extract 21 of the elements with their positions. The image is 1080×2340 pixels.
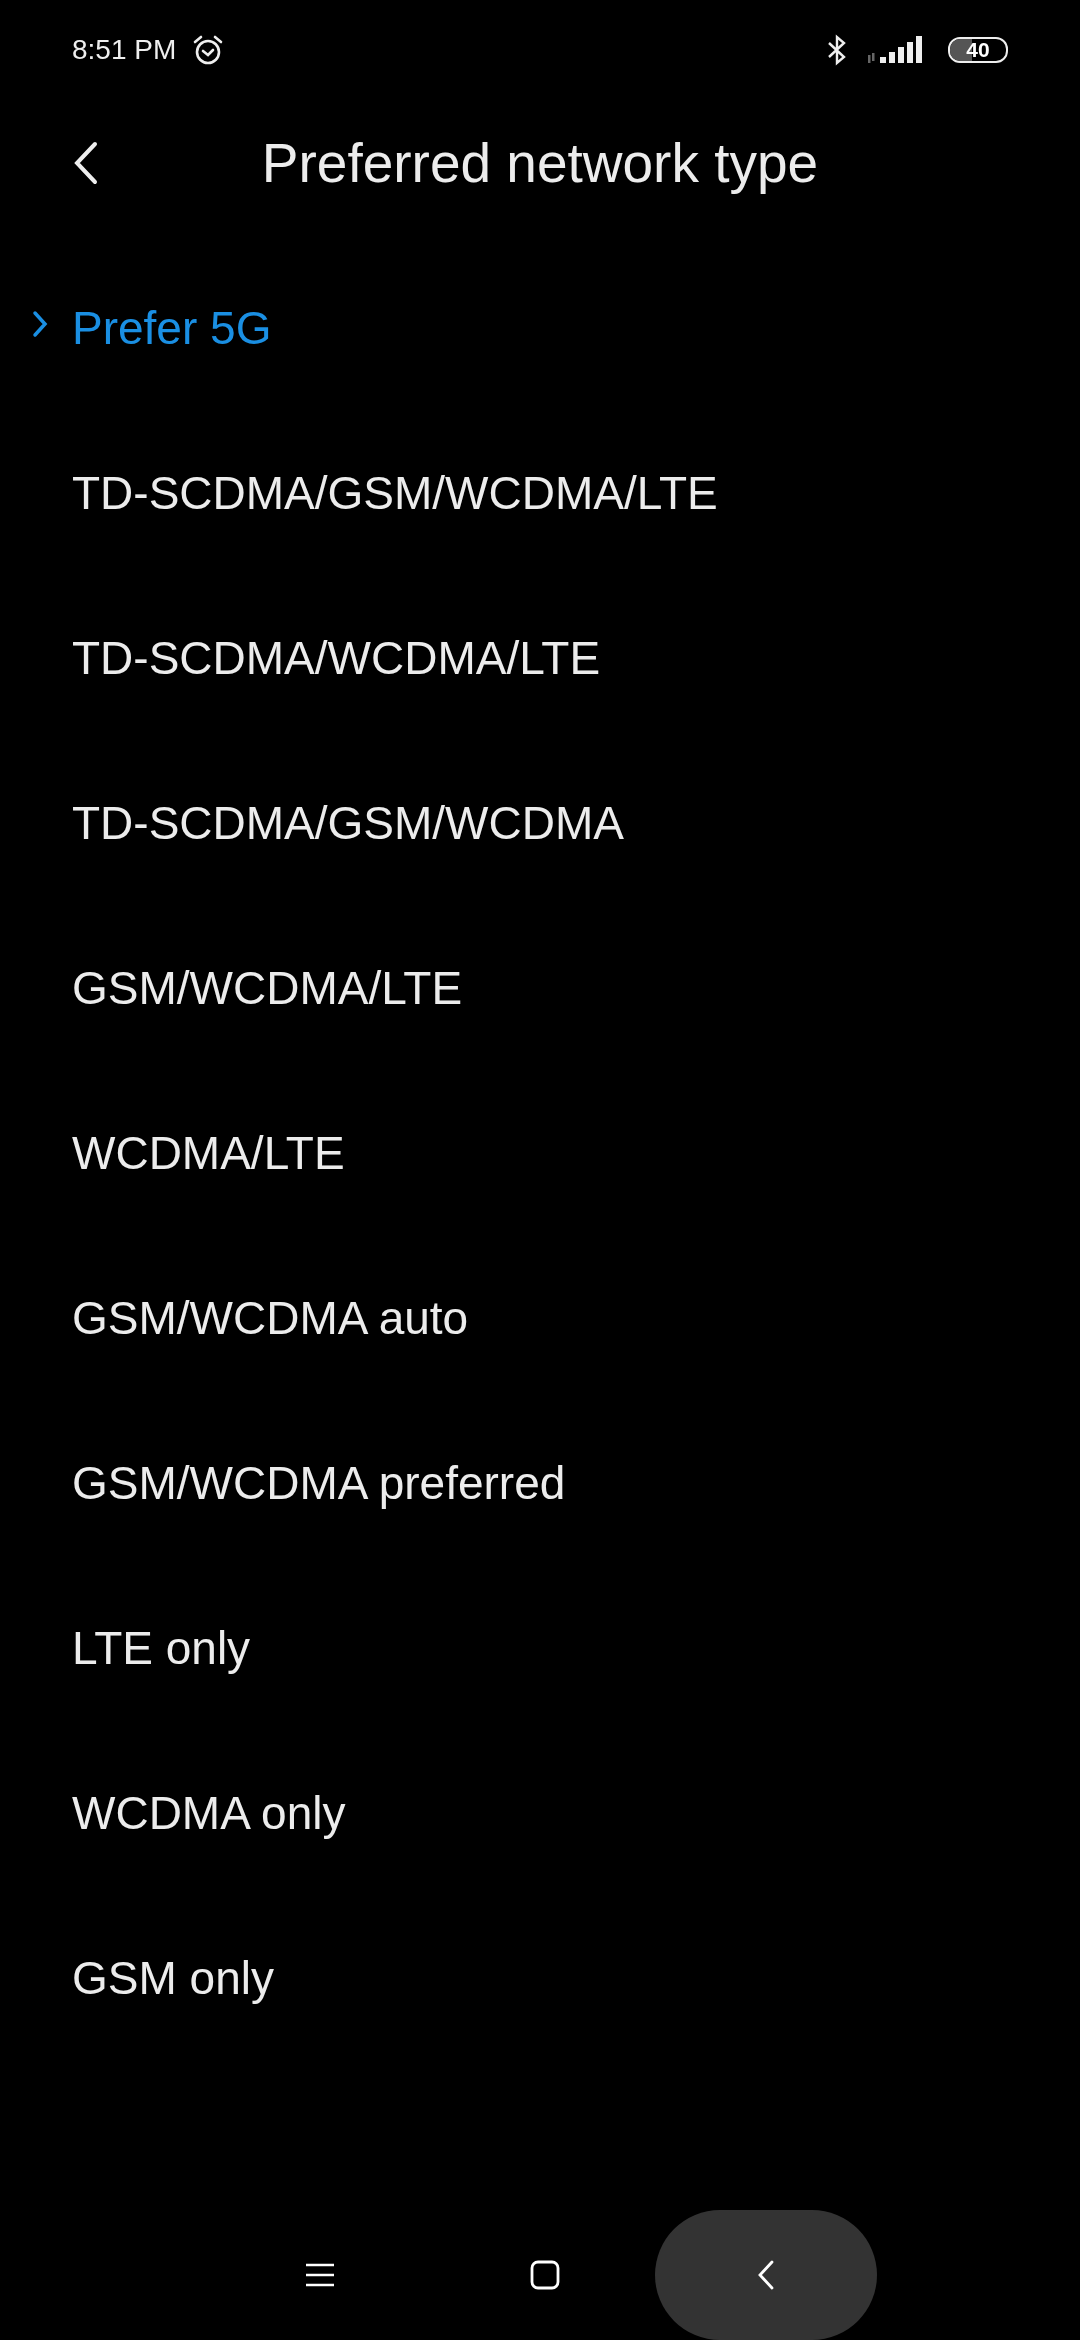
chevron-icon: [32, 309, 48, 339]
back-icon: [757, 2260, 775, 2290]
network-option[interactable]: GSM only: [72, 1950, 274, 2005]
back-icon: [73, 140, 99, 186]
network-option[interactable]: Prefer 5G: [72, 300, 272, 355]
screen-title: Preferred network type: [261, 130, 819, 195]
home-icon: [530, 2260, 560, 2290]
bluetooth-icon: [826, 34, 848, 66]
alarm-icon: [192, 34, 225, 66]
network-option[interactable]: TD-SCDMA/GSM/WCDMA/LTE: [72, 465, 718, 520]
network-option[interactable]: GSM/WCDMA auto: [72, 1290, 469, 1345]
network-option[interactable]: WCDMA/LTE: [72, 1125, 345, 1180]
clock-time: 8:51 PM: [72, 34, 177, 66]
menu-icon: [306, 2263, 334, 2287]
network-option[interactable]: TD-SCDMA/WCDMA/LTE: [72, 630, 601, 685]
network-option[interactable]: WCDMA only: [72, 1785, 346, 1840]
network-option[interactable]: TD-SCDMA/GSM/WCDMA: [72, 795, 624, 850]
network-option[interactable]: LTE only: [72, 1620, 251, 1675]
network-option[interactable]: GSM/WCDMA preferred: [72, 1455, 566, 1510]
network-option[interactable]: GSM/WCDMA/LTE: [72, 960, 463, 1015]
battery-icon: 40: [948, 37, 1008, 63]
